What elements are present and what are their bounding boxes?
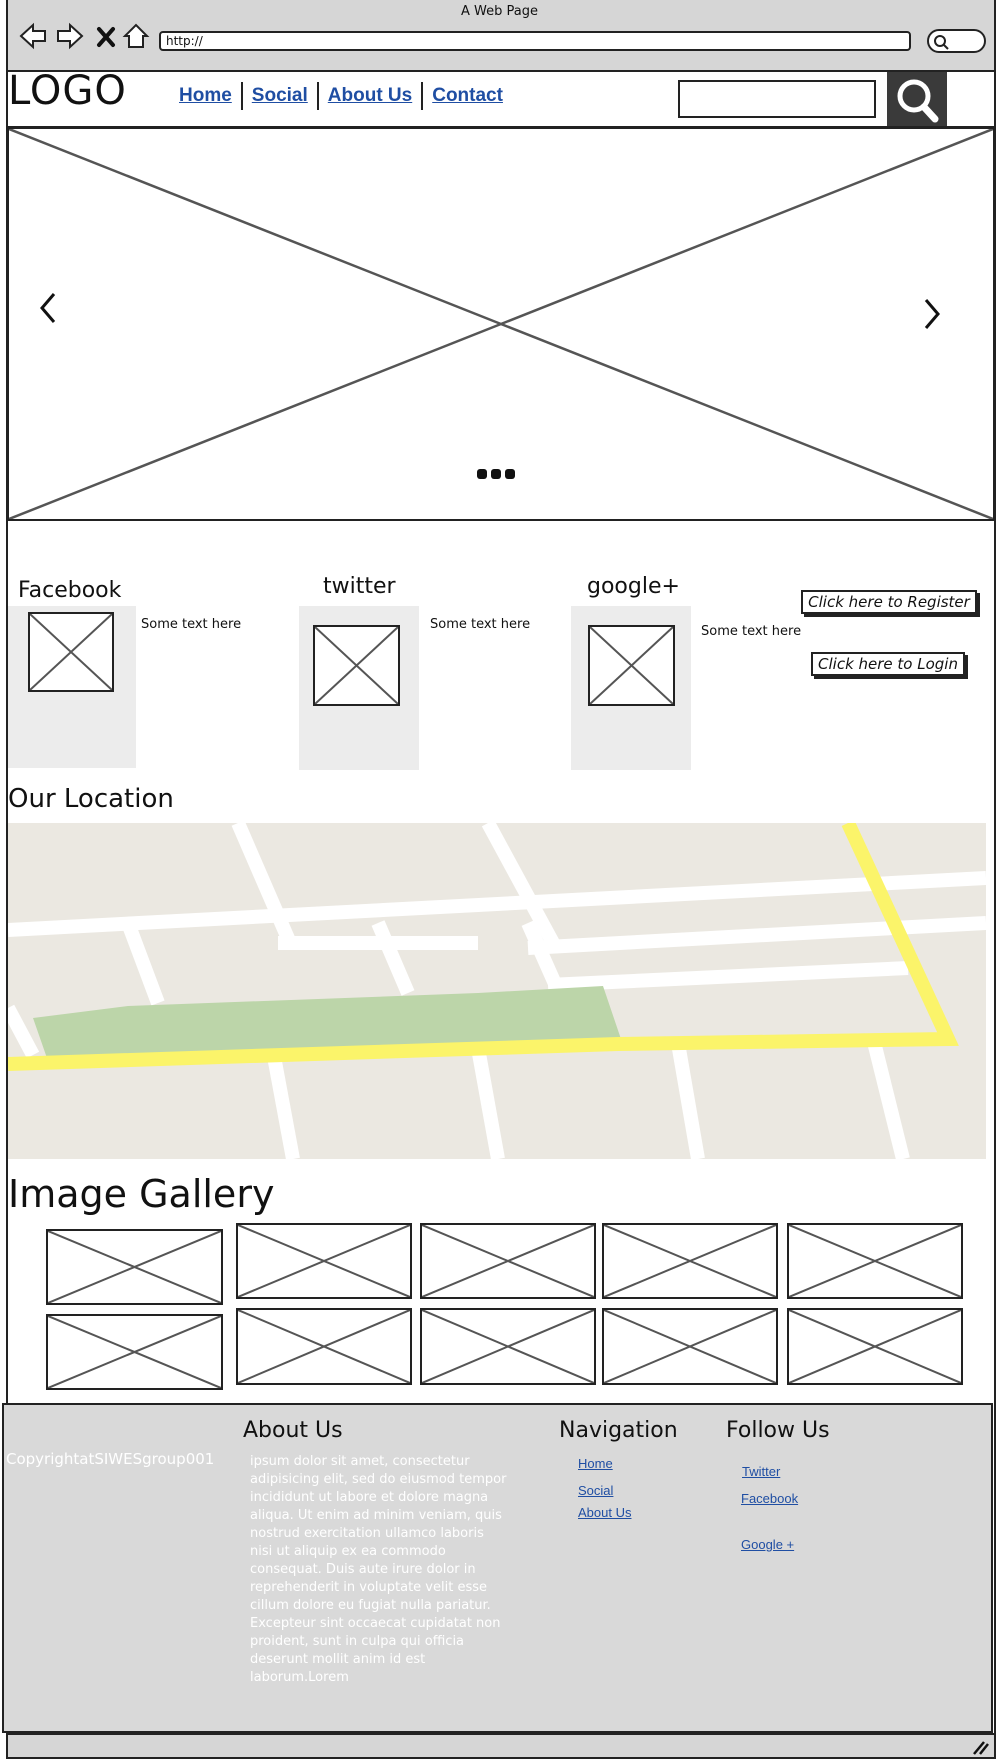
site-search-button[interactable]: [887, 72, 947, 128]
footer-nav-title: Navigation: [559, 1418, 678, 1443]
footer-google-plus-link[interactable]: Google +: [741, 1537, 794, 1552]
site-logo[interactable]: LOGO: [8, 68, 127, 114]
hero-carousel[interactable]: [7, 127, 995, 521]
search-icon: [897, 79, 939, 123]
carousel-indicators: [477, 469, 515, 479]
site-search-input[interactable]: [678, 80, 876, 118]
resize-grip-icon[interactable]: [970, 1738, 990, 1756]
gallery-title: Image Gallery: [8, 1172, 275, 1216]
location-map[interactable]: [8, 823, 986, 1159]
url-input[interactable]: http://: [159, 31, 911, 51]
google-plus-title: google+: [587, 574, 680, 599]
stop-icon: [97, 27, 115, 47]
image-placeholder-icon: [789, 1310, 961, 1383]
google-plus-image: [588, 625, 675, 706]
browser-status-bar: [6, 1733, 996, 1759]
footer-follow-title: Follow Us: [726, 1418, 830, 1443]
image-placeholder-icon: [238, 1225, 410, 1297]
nav-home-link[interactable]: Home: [170, 85, 241, 107]
chevron-right-icon: [924, 299, 940, 329]
nav-contact-link[interactable]: Contact: [423, 85, 512, 107]
gallery-image[interactable]: [236, 1223, 412, 1299]
footer-facebook-link[interactable]: Facebook: [741, 1491, 798, 1506]
browser-search-field[interactable]: [927, 29, 986, 53]
footer-about-link[interactable]: About Us: [578, 1505, 631, 1520]
carousel-prev-button[interactable]: [36, 290, 60, 336]
gallery-image[interactable]: [46, 1314, 223, 1390]
gallery-image[interactable]: [236, 1308, 412, 1385]
nav-social-link[interactable]: Social: [243, 85, 317, 107]
footer-about-title: About Us: [243, 1418, 343, 1443]
image-placeholder-icon: [48, 1231, 221, 1303]
gallery-image[interactable]: [420, 1223, 596, 1299]
map-image: [8, 823, 986, 1159]
image-placeholder-icon: [604, 1310, 776, 1383]
image-placeholder-icon: [30, 614, 112, 690]
back-button[interactable]: [18, 20, 48, 52]
home-icon: [122, 23, 150, 48]
nav-about-link[interactable]: About Us: [319, 85, 421, 107]
window-title: A Web Page: [461, 4, 538, 19]
gallery-image[interactable]: [602, 1223, 778, 1299]
forward-arrow-icon: [57, 22, 84, 50]
image-placeholder-icon: [590, 627, 673, 704]
carousel-dot[interactable]: [477, 469, 487, 479]
gallery-image[interactable]: [420, 1308, 596, 1385]
register-button[interactable]: Click here to Register: [801, 590, 977, 614]
gallery-image[interactable]: [602, 1308, 778, 1385]
twitter-image: [313, 625, 400, 706]
twitter-text: Some text here: [430, 617, 531, 632]
back-arrow-icon: [19, 22, 46, 50]
gallery-image[interactable]: [787, 1223, 963, 1299]
stop-button[interactable]: [94, 20, 124, 52]
gallery-image[interactable]: [787, 1308, 963, 1385]
forward-button[interactable]: [55, 20, 85, 52]
google-plus-text: Some text here: [701, 624, 802, 639]
twitter-title: twitter: [323, 574, 396, 599]
image-placeholder-icon: [48, 1316, 221, 1388]
home-button[interactable]: [122, 20, 152, 52]
footer-social-link[interactable]: Social: [578, 1483, 613, 1498]
main-nav: Home Social About Us Contact: [170, 82, 512, 110]
location-title: Our Location: [8, 784, 174, 814]
facebook-image: [28, 612, 114, 692]
carousel-dot[interactable]: [491, 469, 501, 479]
image-placeholder-icon: [422, 1310, 594, 1383]
image-placeholder-icon: [238, 1310, 410, 1383]
facebook-title: Facebook: [18, 578, 122, 603]
image-placeholder-icon: [789, 1225, 961, 1297]
facebook-text: Some text here: [141, 617, 242, 632]
login-button[interactable]: Click here to Login: [811, 652, 965, 676]
search-icon: [934, 35, 949, 50]
footer-about-text: ipsum dolor sit amet, consectetur adipis…: [250, 1454, 507, 1685]
image-placeholder-icon: [315, 627, 398, 704]
image-placeholder-icon: [604, 1225, 776, 1297]
carousel-dot[interactable]: [505, 469, 515, 479]
footer-twitter-link[interactable]: Twitter: [742, 1464, 780, 1479]
copyright-text: CopyrightatSIWESgroup001: [6, 1450, 215, 1468]
carousel-next-button[interactable]: [920, 296, 944, 342]
image-placeholder-icon: [9, 129, 993, 519]
image-placeholder-icon: [422, 1225, 594, 1297]
chevron-left-icon: [40, 293, 56, 323]
footer-home-link[interactable]: Home: [578, 1456, 613, 1471]
gallery-image[interactable]: [46, 1229, 223, 1305]
